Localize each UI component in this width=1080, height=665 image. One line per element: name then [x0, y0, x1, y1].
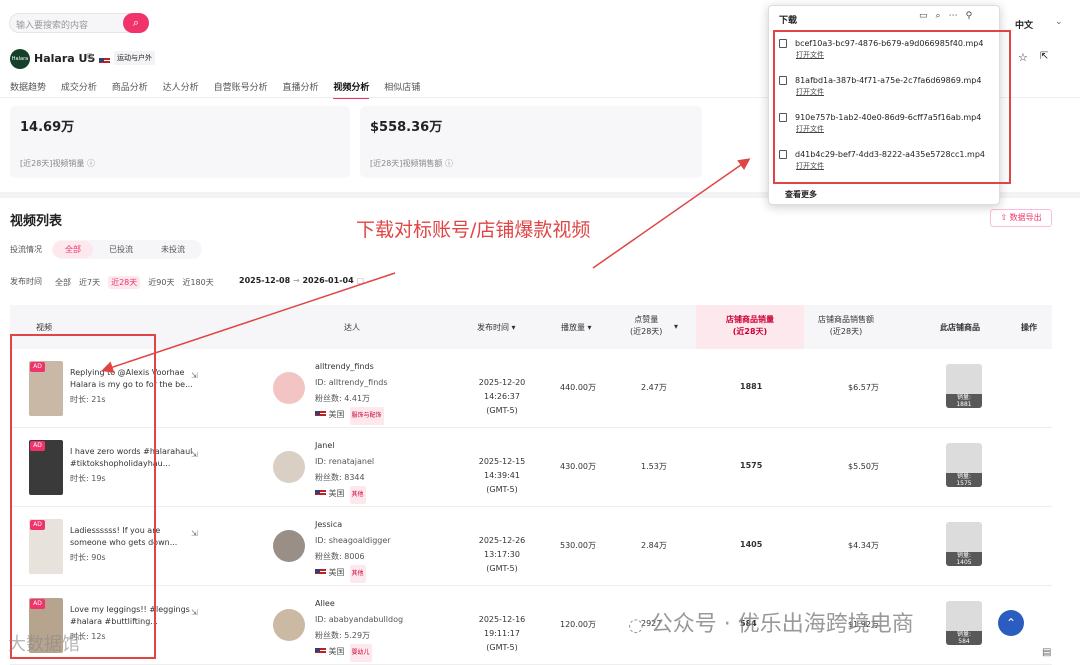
arrow-up-icon: ⌃ — [1005, 616, 1017, 630]
arrow-to-videos — [101, 272, 396, 373]
annotation-arrows — [101, 158, 751, 373]
watermark: ◌ 公众号 · 优乐出海跨境电商 — [628, 612, 914, 637]
scroll-top-button[interactable]: ⌃ — [998, 610, 1024, 636]
feedback-icon[interactable]: ▤ — [1042, 647, 1051, 658]
watermark-logo: 大数据馆 — [8, 634, 80, 655]
wechat-icon: ◌ — [628, 615, 644, 636]
arrow-to-downloads — [592, 158, 751, 269]
